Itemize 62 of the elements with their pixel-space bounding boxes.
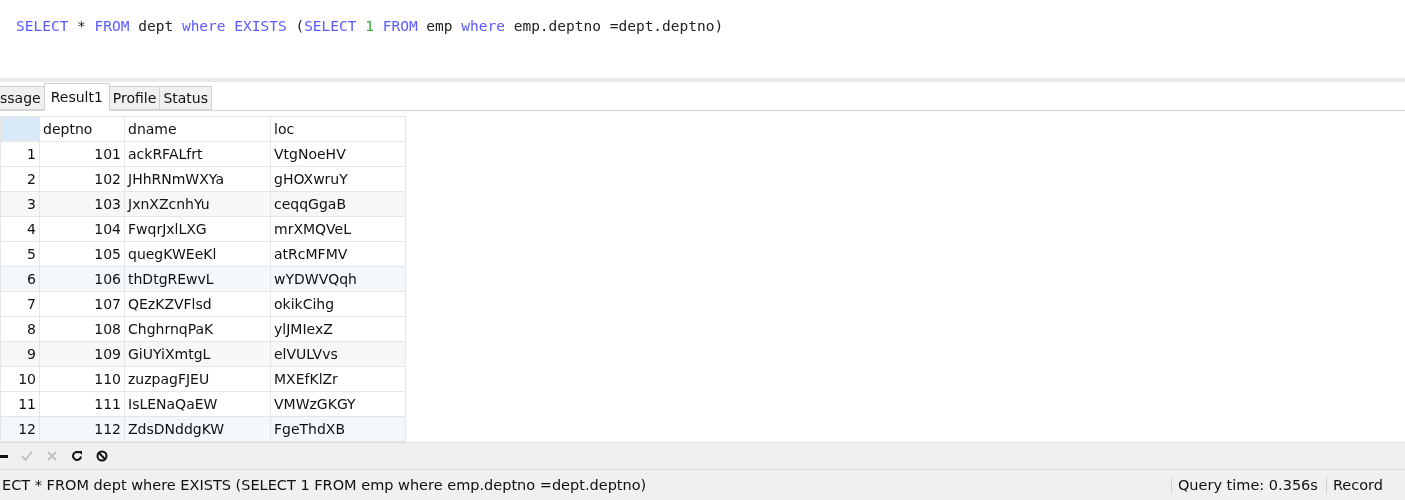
- table-cell: QEzKZVFlsd: [124, 291, 271, 317]
- table-cell: okikCihg: [270, 291, 406, 317]
- column-header[interactable]: dname: [124, 116, 271, 142]
- status-query-text: ECT * FROM dept where EXISTS (SELECT 1 FROM emp where emp.deptno =dept.deptno): [2, 477, 647, 493]
- result-tab[interactable]: Status: [159, 86, 212, 110]
- table-cell: GiUYiXmtgL: [124, 341, 271, 367]
- table-cell: mrXMQVeL: [270, 216, 406, 242]
- table-cell: 107: [39, 291, 125, 317]
- row-number: 1: [0, 141, 40, 167]
- table-cell: 112: [39, 416, 125, 442]
- result-tab[interactable]: ssage: [0, 86, 45, 110]
- table-cell: MXEfKlZr: [270, 366, 406, 392]
- table-cell: 104: [39, 216, 125, 242]
- table-cell: wYDWVQqh: [270, 266, 406, 292]
- column-header[interactable]: deptno: [39, 116, 125, 142]
- table-cell: ChghrnqPaK: [124, 316, 271, 342]
- refresh-icon[interactable]: [71, 450, 83, 462]
- row-number: 5: [0, 241, 40, 267]
- table-cell: JxnXZcnhYu: [124, 191, 271, 217]
- row-number: 7: [0, 291, 40, 317]
- table-cell: VMWzGKGY: [270, 391, 406, 417]
- table-cell: FwqrJxlLXG: [124, 216, 271, 242]
- row-number: 2: [0, 166, 40, 192]
- row-number: 6: [0, 266, 40, 292]
- table-cell: ylJMIexZ: [270, 316, 406, 342]
- row-number: 4: [0, 216, 40, 242]
- stop-icon[interactable]: [96, 450, 108, 462]
- table-cell: 103: [39, 191, 125, 217]
- grid-corner: [0, 116, 40, 142]
- row-number: 12: [0, 416, 40, 442]
- table-cell: zuzpagFJEU: [124, 366, 271, 392]
- row-number: 9: [0, 341, 40, 367]
- row-number: 11: [0, 391, 40, 417]
- table-cell: 105: [39, 241, 125, 267]
- row-number: 3: [0, 191, 40, 217]
- column-header[interactable]: loc: [270, 116, 406, 142]
- record-count-text: Record: [1325, 477, 1405, 493]
- result-tab[interactable]: Profile: [108, 86, 161, 110]
- table-cell: 109: [39, 341, 125, 367]
- result-tab[interactable]: Result1: [43, 83, 110, 111]
- row-number: 10: [0, 366, 40, 392]
- table-cell: ceqqGgaB: [270, 191, 406, 217]
- table-cell: 110: [39, 366, 125, 392]
- table-cell: thDtgREwvL: [124, 266, 271, 292]
- table-cell: JHhRNmWXYa: [124, 166, 271, 192]
- table-cell: FgeThdXB: [270, 416, 406, 442]
- table-cell: 111: [39, 391, 125, 417]
- table-cell: IsLENaQaEW: [124, 391, 271, 417]
- row-number: 8: [0, 316, 40, 342]
- table-cell: VtgNoeHV: [270, 141, 406, 167]
- table-cell: 101: [39, 141, 125, 167]
- query-time-text: Query time: 0.356s: [1170, 477, 1326, 493]
- table-cell: 102: [39, 166, 125, 192]
- table-cell: quegKWEeKl: [124, 241, 271, 267]
- table-cell: 108: [39, 316, 125, 342]
- table-cell: atRcMFMV: [270, 241, 406, 267]
- table-cell: ZdsDNddgKW: [124, 416, 271, 442]
- sql-query-text: SELECT * FROM dept where EXISTS (SELECT 1 FROM emp where emp.deptno =dept.deptno): [16, 17, 725, 36]
- table-cell: gHOXwruY: [270, 166, 406, 192]
- table-cell: elVULVvs: [270, 341, 406, 367]
- table-cell: 106: [39, 266, 125, 292]
- table-cell: ackRFALfrt: [124, 141, 271, 167]
